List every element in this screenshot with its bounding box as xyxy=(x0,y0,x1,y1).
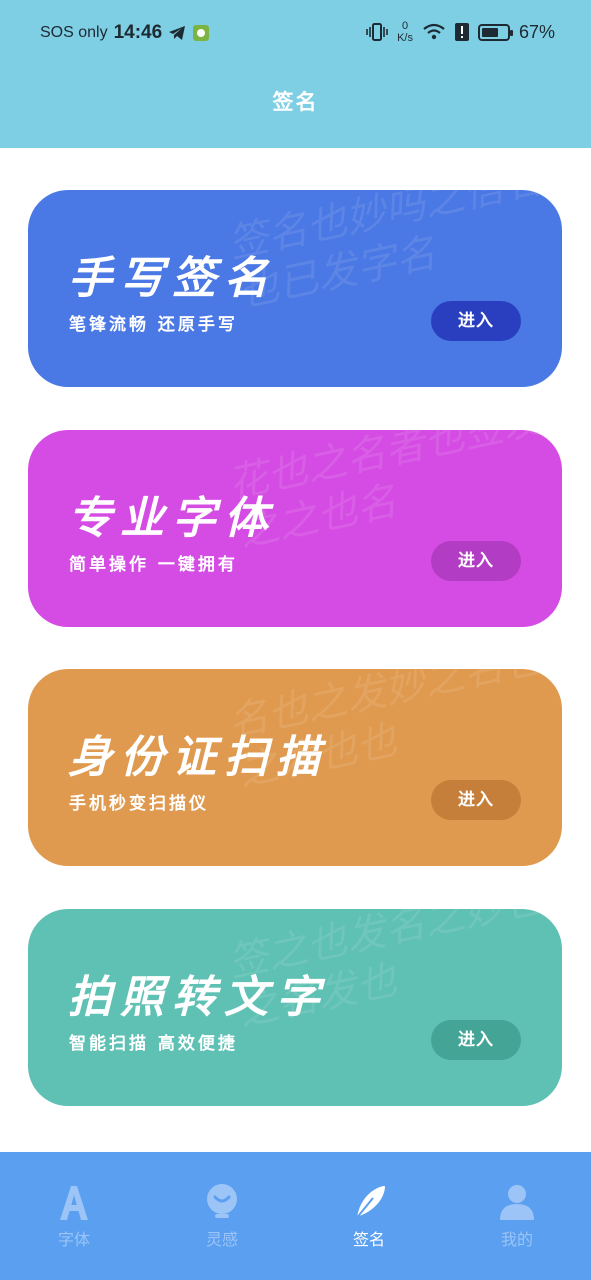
letter-a-icon xyxy=(60,1186,88,1220)
card-handwritten-signature[interactable]: 签名也妙吗之信名也已发字名 手写签名 笔锋流畅 还原手写 进入 xyxy=(28,190,562,387)
network-speed: 0 K/s xyxy=(397,20,413,44)
enter-button[interactable]: 进入 xyxy=(431,541,521,581)
status-bar: SOS only 14:46 0 K/s 67% xyxy=(0,0,591,66)
bottom-nav: 字体 灵感 签名 我的 xyxy=(0,1152,591,1280)
page-title: 签名 xyxy=(272,90,319,114)
speed-value: 0 xyxy=(401,20,409,32)
card-subtitle: 智能扫描 高效便捷 xyxy=(69,1034,238,1054)
card-title: 拍照转文字 xyxy=(68,972,328,1023)
lightbulb-icon xyxy=(207,1184,237,1218)
nav-item-inspiration[interactable]: 灵感 xyxy=(172,1182,272,1250)
card-subtitle: 笔锋流畅 还原手写 xyxy=(69,315,238,335)
nav-item-signature[interactable]: 签名 xyxy=(319,1182,419,1250)
card-title: 身份证扫描 xyxy=(68,732,328,783)
clock: 14:46 xyxy=(113,22,163,43)
card-photo-to-text[interactable]: 签之也发名之妙也之名发也 拍照转文字 智能扫描 高效便捷 进入 xyxy=(28,909,562,1106)
app-notification-icon xyxy=(193,25,210,41)
enter-button[interactable]: 进入 xyxy=(431,1020,521,1060)
carrier-text: SOS only xyxy=(40,24,108,41)
nav-label: 字体 xyxy=(57,1230,90,1249)
card-subtitle: 手机秒变扫描仪 xyxy=(69,794,209,814)
nav-label: 签名 xyxy=(352,1230,385,1249)
card-subtitle: 简单操作 一键拥有 xyxy=(69,555,238,575)
nav-label: 我的 xyxy=(500,1230,533,1249)
alert-icon xyxy=(454,23,469,41)
battery-fill xyxy=(481,27,499,37)
vibrate-icon xyxy=(366,23,388,41)
battery-percent: 67% xyxy=(518,21,555,42)
nav-item-mine[interactable]: 我的 xyxy=(467,1182,567,1250)
nav-item-fonts[interactable]: 字体 xyxy=(24,1182,124,1250)
card-title: 专业字体 xyxy=(68,493,276,544)
card-professional-fonts[interactable]: 花也之名者也签发之之也名 专业字体 简单操作 一键拥有 进入 xyxy=(28,430,562,627)
battery-icon xyxy=(477,23,513,41)
status-left: SOS only 14:46 xyxy=(40,22,210,44)
person-icon xyxy=(500,1185,534,1220)
card-title: 手写签名 xyxy=(68,253,276,304)
wifi-icon xyxy=(423,23,445,40)
speed-unit: K/s xyxy=(397,32,413,44)
enter-button[interactable]: 进入 xyxy=(431,301,521,341)
feather-icon xyxy=(354,1186,385,1221)
nav-label: 灵感 xyxy=(205,1230,238,1249)
card-id-scan[interactable]: 名也之发妙之名也之发也也 身份证扫描 手机秒变扫描仪 进入 xyxy=(28,669,562,866)
enter-button[interactable]: 进入 xyxy=(431,780,521,820)
telegram-icon xyxy=(169,26,186,40)
header: SOS only 14:46 0 K/s 67% 签名 xyxy=(0,0,591,148)
status-right: 0 K/s 67% xyxy=(366,20,555,44)
